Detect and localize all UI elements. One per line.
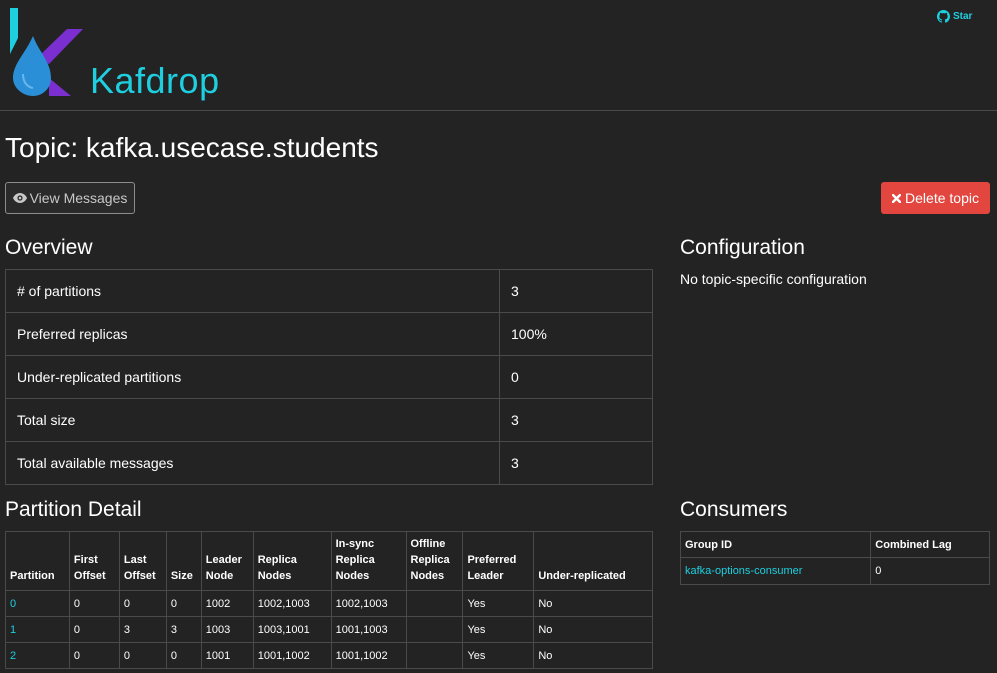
partition-cell: 1002 [200, 590, 254, 617]
app-header: Kafdrop Star [0, 0, 997, 111]
partition-cell [405, 616, 464, 643]
page-title: Topic: kafka.usecase.students [5, 132, 379, 163]
delete-topic-button[interactable]: Delete topic [881, 182, 990, 214]
delete-topic-label: Delete topic [905, 190, 979, 206]
overview-table: # of partitions 3 Preferred replicas 100% Un… [5, 269, 653, 485]
partition-table: Partition First Offset Last Offset Size Leader… [5, 531, 653, 669]
overview-label: Total available messages [5, 441, 500, 485]
partition-cell: 0 [118, 642, 167, 669]
partition-detail-heading: Partition Detail [5, 498, 142, 521]
github-icon [937, 10, 950, 23]
partition-cell: 0 [68, 590, 120, 617]
overview-row: # of partitions 3 [5, 269, 653, 313]
partition-cell [405, 642, 464, 669]
partition-column-header: Size [165, 531, 202, 591]
configuration-text: No topic-specific configuration [680, 271, 867, 287]
partition-cell: 1002,1003 [330, 590, 407, 617]
partition-cell: 1003,1001 [252, 616, 332, 643]
partition-link[interactable]: 2 [5, 642, 70, 669]
table-row: 1 0 3 3 1003 1003,1001 1001,1003 Yes No [5, 616, 653, 643]
kafdrop-logo[interactable] [9, 8, 84, 96]
consumers-heading: Consumers [680, 498, 788, 521]
view-messages-button[interactable]: View Messages [5, 182, 135, 214]
partition-cell: 0 [165, 642, 202, 669]
overview-value: 3 [499, 398, 653, 442]
partition-cell: 0 [165, 590, 202, 617]
partition-cell: Yes [462, 616, 535, 643]
table-row: 0 0 0 0 1002 1002,1003 1002,1003 Yes No [5, 590, 653, 617]
table-row: kafka-options-consumer 0 [679, 557, 990, 585]
overview-value: 100% [499, 312, 653, 356]
partition-column-header: In-sync Replica Nodes [330, 531, 407, 591]
partition-cell: 1001,1002 [252, 642, 332, 669]
partition-cell: 0 [118, 590, 167, 617]
partition-column-header: Replica Nodes [252, 531, 332, 591]
partition-column-header: Last Offset [118, 531, 167, 591]
partition-column-header: Under-replicated [533, 531, 653, 591]
view-messages-label: View Messages [29, 190, 128, 206]
overview-label: Preferred replicas [5, 312, 500, 356]
partition-column-header: Leader Node [200, 531, 254, 591]
configuration-heading: Configuration [680, 236, 805, 259]
partition-cell: 1001,1002 [330, 642, 407, 669]
consumers-table: Group ID Combined Lag kafka-options-consu… [679, 531, 990, 585]
partition-cell: 1002,1003 [252, 590, 332, 617]
overview-value: 0 [499, 355, 653, 399]
partition-cell: 0 [68, 616, 120, 643]
overview-heading: Overview [5, 236, 93, 259]
consumer-group-link[interactable]: kafka-options-consumer [679, 557, 872, 585]
partition-column-header: First Offset [68, 531, 120, 591]
partition-column-header: Preferred Leader [462, 531, 535, 591]
overview-row: Total available messages 3 [5, 441, 653, 485]
table-row: 2 0 0 0 1001 1001,1002 1001,1002 Yes No [5, 642, 653, 669]
overview-value: 3 [499, 269, 653, 313]
partition-cell: 1003 [200, 616, 254, 643]
overview-row: Under-replicated partitions 0 [5, 355, 653, 399]
eye-icon [12, 193, 27, 203]
github-star-link[interactable]: Star [937, 10, 972, 23]
brand-name[interactable]: Kafdrop [90, 60, 220, 102]
star-label: Star [953, 11, 973, 22]
partition-cell: Yes [462, 590, 535, 617]
partition-cell: No [533, 616, 653, 643]
partition-cell: No [533, 590, 653, 617]
partition-column-header: Partition [5, 531, 70, 591]
close-icon [892, 193, 902, 203]
partition-cell [405, 590, 464, 617]
overview-label: Total size [5, 398, 500, 442]
consumer-column-header: Combined Lag [870, 531, 990, 558]
overview-row: Total size 3 [5, 398, 653, 442]
overview-label: Under-replicated partitions [5, 355, 500, 399]
partition-cell: 1001,1003 [330, 616, 407, 643]
partition-cell: 1001 [200, 642, 254, 669]
partition-cell: 3 [118, 616, 167, 643]
consumer-column-header: Group ID [679, 531, 872, 558]
partition-cell: 3 [165, 616, 202, 643]
partition-cell: No [533, 642, 653, 669]
partition-column-header: Offline Replica Nodes [405, 531, 464, 591]
consumer-lag: 0 [870, 557, 990, 585]
overview-label: # of partitions [5, 269, 500, 313]
partition-link[interactable]: 0 [5, 590, 70, 617]
partition-link[interactable]: 1 [5, 616, 70, 643]
overview-row: Preferred replicas 100% [5, 312, 653, 356]
partition-cell: Yes [462, 642, 535, 669]
overview-value: 3 [499, 441, 653, 485]
partition-cell: 0 [68, 642, 120, 669]
